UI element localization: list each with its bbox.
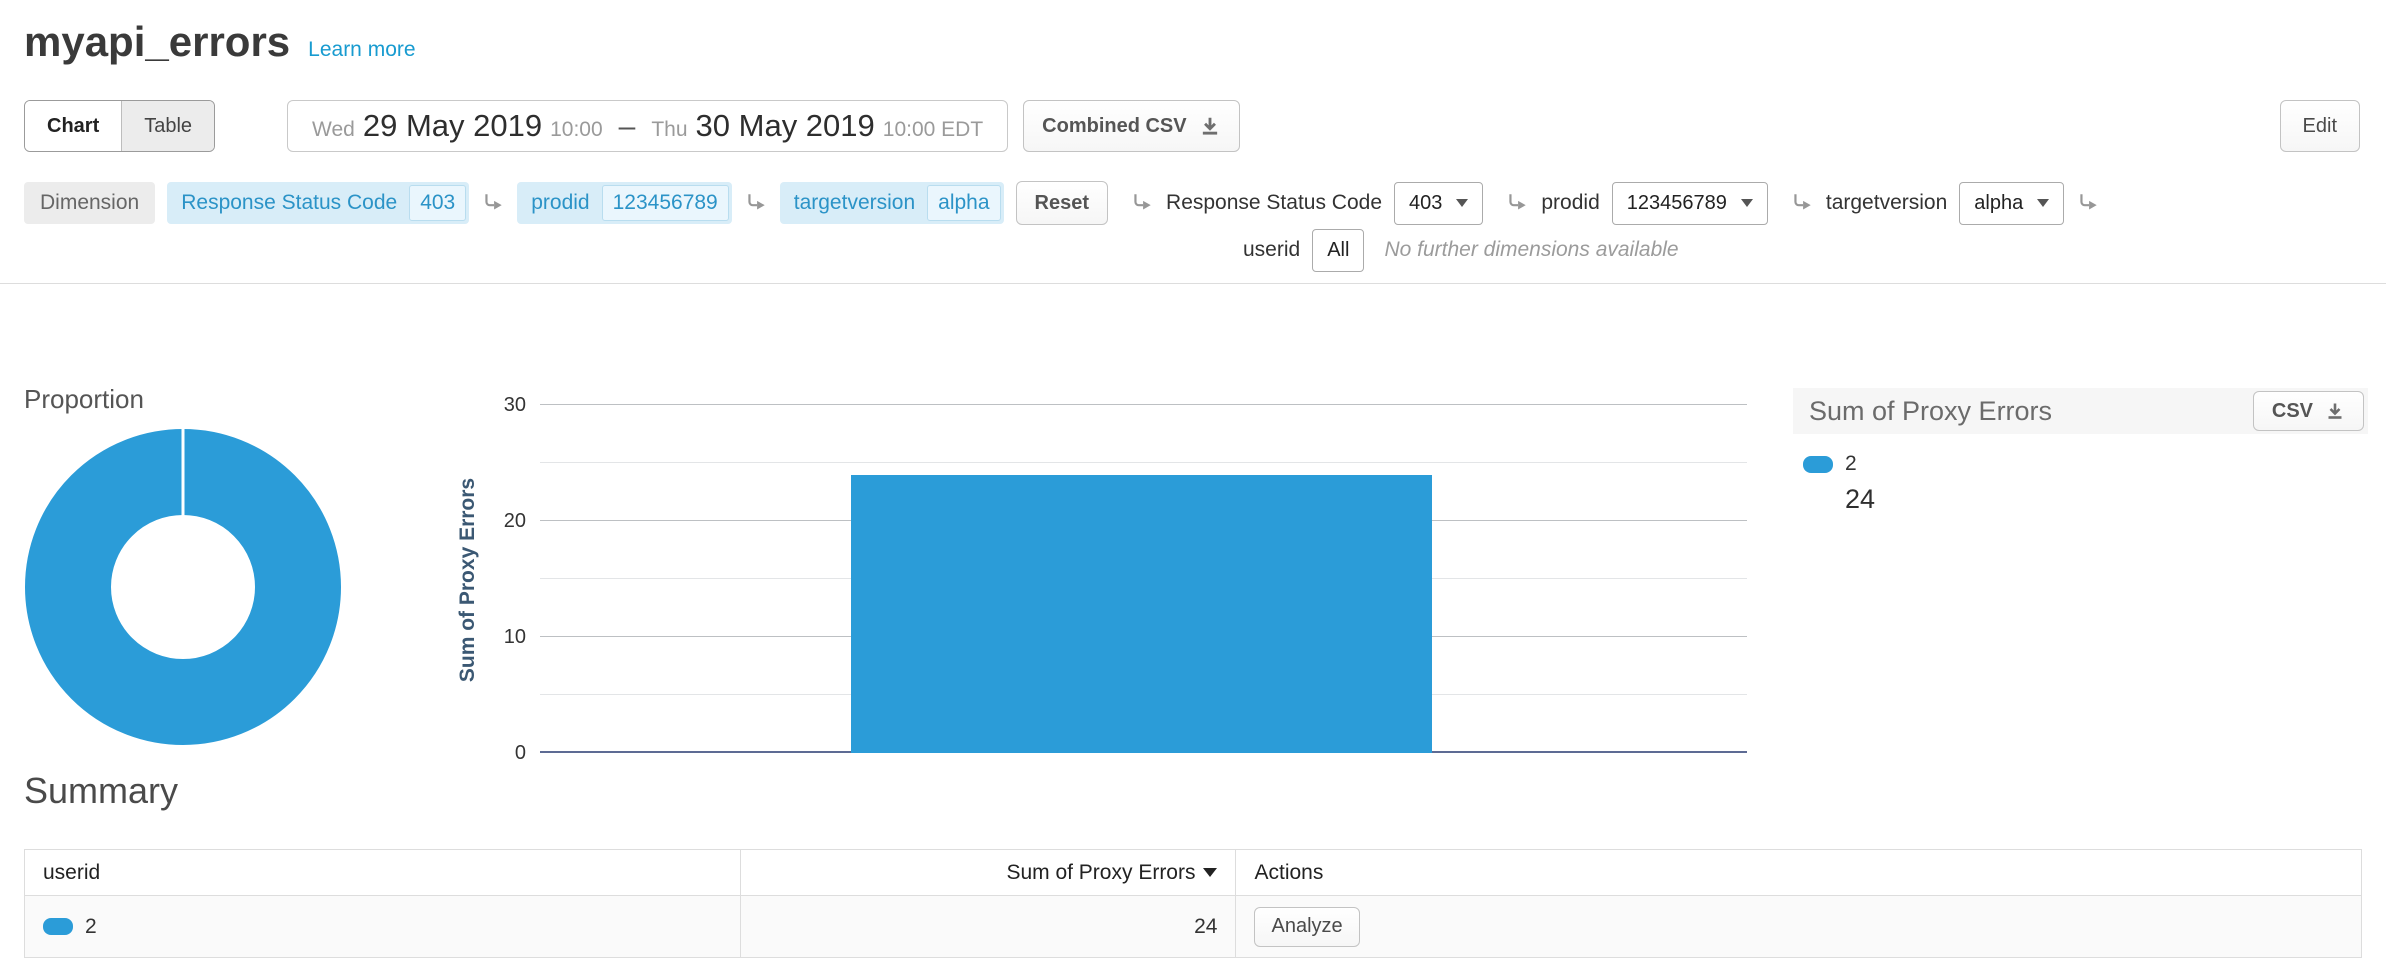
chevron-down-icon — [1741, 199, 1753, 207]
dashboard: myapi_errors Learn more Chart Table Wed 2… — [0, 0, 2386, 968]
y-tick-label: 30 — [478, 394, 526, 416]
legend-panel: Sum of Proxy Errors CSV 2 24 — [1793, 388, 2368, 515]
header-userid: userid — [25, 850, 741, 896]
legend-header: Sum of Proxy Errors CSV — [1793, 388, 2368, 434]
header: myapi_errors Learn more — [24, 18, 416, 66]
elbow-arrow-icon — [2076, 191, 2100, 215]
bar-chart-plot: 0102030 — [540, 405, 1747, 753]
table-row: 2 24 Analyze — [25, 896, 2362, 958]
table-view-button[interactable]: Table — [121, 101, 214, 151]
toolbar: Chart Table Wed 29 May 2019 10:00–Thu 30 Ma… — [24, 100, 2360, 152]
combined-csv-button[interactable]: Combined CSV — [1023, 100, 1239, 152]
crumb-name: targetversion — [794, 191, 915, 215]
selector-label: Response Status Code — [1166, 191, 1382, 215]
legend-swatch — [1803, 456, 1833, 473]
row-sum-cell: 24 — [740, 896, 1236, 958]
chevron-down-icon — [2037, 199, 2049, 207]
dimension-bar: Dimension Response Status Code 403 prodi… — [24, 180, 2100, 226]
selector-value: 123456789 — [1627, 192, 1727, 215]
range-separator: – — [619, 110, 636, 143]
selector-value: alpha — [1974, 192, 2023, 215]
gridline — [540, 404, 1747, 405]
start-time-label: 10:00 — [550, 118, 603, 141]
next-dimension-row: userid All No further dimensions availab… — [1243, 228, 1679, 272]
selector-dropdown[interactable]: alpha — [1959, 182, 2064, 225]
selector-label: prodid — [1541, 191, 1599, 215]
proportion-donut-svg[interactable] — [24, 415, 428, 756]
userid-label: userid — [1243, 238, 1300, 262]
csv-button[interactable]: CSV — [2253, 391, 2364, 431]
crumb-value: 123456789 — [602, 185, 729, 221]
section-divider — [0, 283, 2386, 284]
dimension-selector: prodid 123456789 — [1505, 182, 1768, 225]
row-userid-label: 2 — [85, 915, 97, 939]
end-date-label: 30 May 2019 — [696, 108, 875, 143]
bar[interactable] — [851, 475, 1432, 753]
elbow-arrow-icon — [744, 191, 768, 215]
legend-title: Sum of Proxy Errors — [1809, 396, 2253, 427]
row-userid-cell: 2 — [25, 896, 741, 958]
header-actions: Actions — [1236, 850, 2362, 896]
view-toggle: Chart Table — [24, 100, 215, 152]
learn-more-link[interactable]: Learn more — [308, 38, 415, 62]
header-sum[interactable]: Sum of Proxy Errors — [740, 850, 1236, 896]
selector-dropdown[interactable]: 123456789 — [1612, 182, 1768, 225]
end-time-label: 10:00 EDT — [883, 118, 983, 141]
y-tick-label: 20 — [478, 510, 526, 532]
proportion-title: Proportion — [24, 384, 144, 415]
summary-row-swatch — [43, 918, 73, 935]
no-more-dimensions-message: No further dimensions available — [1384, 238, 1678, 262]
dimension-label: Dimension — [24, 182, 155, 224]
crumb-name: prodid — [531, 191, 589, 215]
dimension-selector: targetversion alpha — [1790, 182, 2064, 225]
dimension-breadcrumb[interactable]: targetversion alpha — [780, 182, 1004, 224]
sort-desc-icon — [1203, 868, 1217, 877]
dimension-breadcrumb[interactable]: prodid 123456789 — [517, 182, 732, 224]
summary-title: Summary — [24, 770, 178, 812]
elbow-arrow-icon — [1505, 191, 1529, 215]
header-sum-label: Sum of Proxy Errors — [1006, 861, 1195, 884]
crumb-value: 403 — [409, 185, 466, 221]
gridline — [540, 462, 1747, 463]
chevron-down-icon — [1456, 199, 1468, 207]
start-date-label: 29 May 2019 — [363, 108, 542, 143]
summary-header-row: userid Sum of Proxy Errors Actions — [25, 850, 2362, 896]
row-actions-cell: Analyze — [1236, 896, 2362, 958]
end-day-label: Thu — [651, 118, 687, 141]
elbow-arrow-icon — [1130, 191, 1154, 215]
legend-value: 24 — [1845, 484, 2368, 515]
selector-dropdown[interactable]: 403 — [1394, 182, 1483, 225]
proportion-chart — [24, 415, 428, 756]
userid-all-dropdown[interactable]: All — [1312, 229, 1364, 272]
reset-button[interactable]: Reset — [1016, 181, 1108, 225]
selector-value: 403 — [1409, 192, 1442, 215]
dimension-selector: Response Status Code 403 — [1130, 182, 1483, 225]
crumb-value: alpha — [927, 185, 1000, 221]
edit-button[interactable]: Edit — [2280, 100, 2360, 152]
analyze-button[interactable]: Analyze — [1254, 907, 1359, 947]
summary-table: userid Sum of Proxy Errors Actions 2 24 … — [24, 849, 2362, 958]
date-range-picker[interactable]: Wed 29 May 2019 10:00–Thu 30 May 2019 10:00 … — [287, 100, 1008, 152]
start-day-label: Wed — [312, 118, 355, 141]
combined-csv-label: Combined CSV — [1042, 115, 1186, 138]
page-title: myapi_errors — [24, 18, 290, 66]
download-icon — [1199, 115, 1221, 137]
csv-label: CSV — [2272, 400, 2313, 423]
chart-view-button[interactable]: Chart — [25, 101, 121, 151]
dimension-breadcrumb[interactable]: Response Status Code 403 — [167, 182, 469, 224]
crumb-name: Response Status Code — [181, 191, 397, 215]
legend-item[interactable]: 2 — [1803, 452, 2368, 476]
y-tick-label: 0 — [478, 742, 526, 764]
elbow-arrow-icon — [481, 191, 505, 215]
selector-label: targetversion — [1826, 191, 1947, 215]
elbow-arrow-icon — [1790, 191, 1814, 215]
download-icon — [2325, 401, 2345, 421]
y-axis-label: Sum of Proxy Errors — [456, 478, 480, 682]
legend-label: 2 — [1845, 452, 1857, 476]
userid-all-value: All — [1327, 239, 1349, 262]
y-tick-label: 10 — [478, 626, 526, 648]
